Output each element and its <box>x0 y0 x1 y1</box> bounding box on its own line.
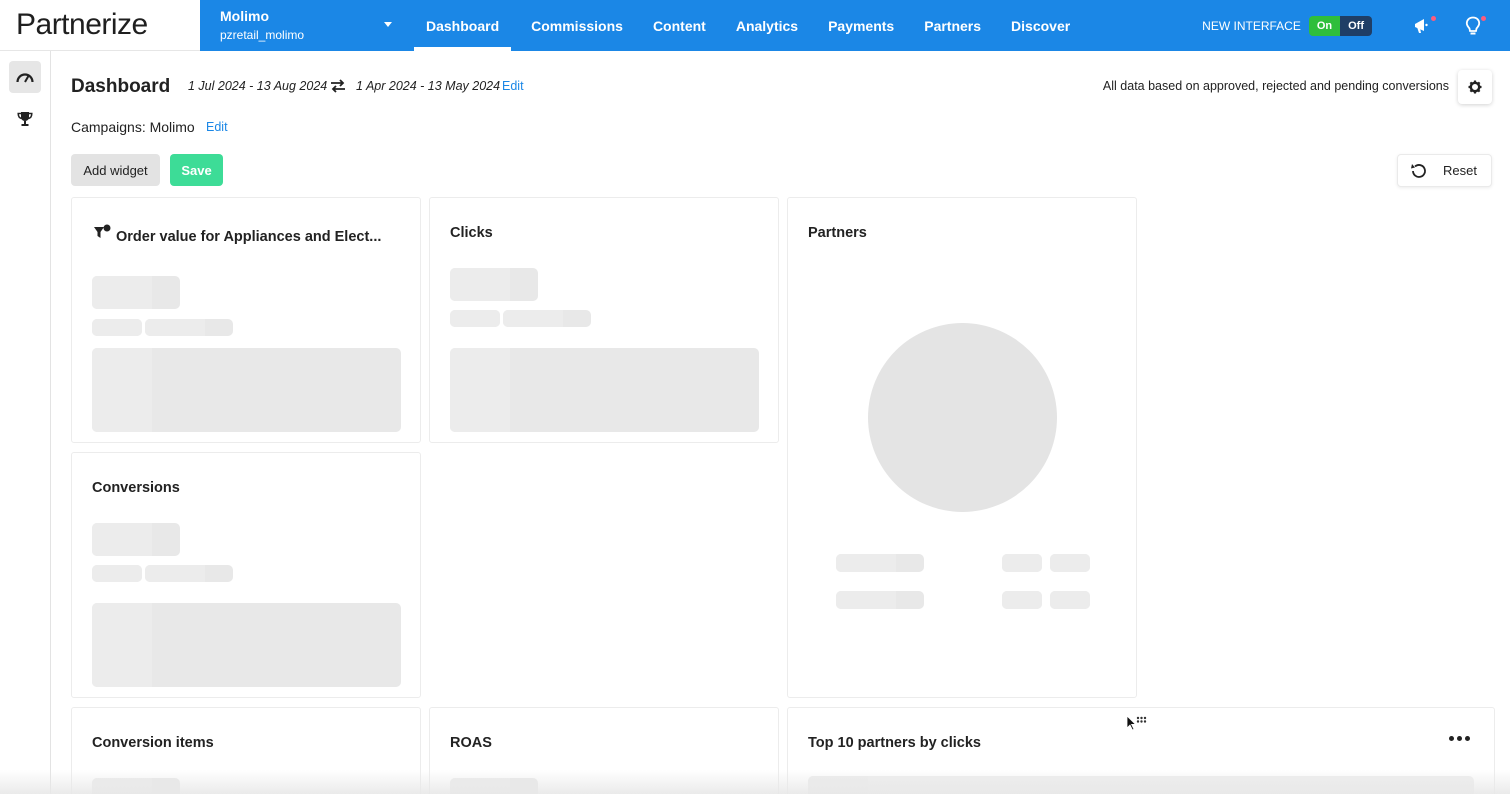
tab-dashboard[interactable]: Dashboard <box>414 0 512 51</box>
skeleton-label <box>145 319 233 336</box>
reset-button[interactable]: Reset <box>1397 154 1492 187</box>
campaigns-label: Campaigns: Molimo <box>71 119 195 135</box>
widget-clicks[interactable]: Clicks <box>429 197 779 443</box>
tab-discover[interactable]: Discover <box>1001 0 1080 51</box>
widget-title: Top 10 partners by clicks <box>808 735 981 751</box>
save-button[interactable]: Save <box>170 154 223 186</box>
skeleton-legend <box>1002 591 1042 609</box>
chevron-down-icon <box>384 22 392 27</box>
trophy-icon[interactable] <box>9 103 41 135</box>
tab-payments[interactable]: Payments <box>818 0 904 51</box>
skeleton-legend <box>1002 554 1042 572</box>
widget-order-value[interactable]: Order value for Appliances and Elect... <box>71 197 421 443</box>
logo-area: Partnerize <box>0 0 200 51</box>
campaigns-edit-link[interactable]: Edit <box>206 120 228 134</box>
settings-button[interactable] <box>1458 70 1492 104</box>
toggle-off[interactable]: Off <box>1340 15 1372 36</box>
new-interface-toggle[interactable]: On Off <box>1308 15 1372 36</box>
skeleton-label <box>503 310 591 327</box>
account-username: pzretail_molimo <box>220 28 305 42</box>
data-note: All data based on approved, rejected and… <box>1102 79 1449 93</box>
widget-title: Conversion items <box>92 735 214 751</box>
scroll-fade <box>0 770 1510 794</box>
widget-conversions[interactable]: Conversions <box>71 452 421 698</box>
notification-dot <box>1481 15 1486 21</box>
widget-title: Clicks <box>450 225 493 241</box>
filter-icon <box>94 224 111 238</box>
skeleton-value <box>450 268 538 301</box>
tab-commissions[interactable]: Commissions <box>521 0 633 51</box>
skeleton-label <box>450 310 500 327</box>
notification-dot <box>1431 15 1436 21</box>
skeleton-chart <box>92 603 401 687</box>
skeleton-value <box>92 523 180 556</box>
skeleton-chart <box>450 348 759 432</box>
account-switcher[interactable]: Molimo pzretail_molimo <box>200 0 406 51</box>
gear-icon <box>1468 80 1482 94</box>
lightbulb-icon[interactable] <box>1460 13 1486 39</box>
drag-icon[interactable] <box>1125 712 1149 735</box>
account-name: Molimo <box>220 8 269 24</box>
widget-title: Order value for Appliances and Elect... <box>116 229 382 245</box>
add-widget-button[interactable]: Add widget <box>71 154 160 186</box>
more-icon[interactable] <box>1449 736 1470 741</box>
swap-icon[interactable] <box>330 79 346 98</box>
widget-title: Partners <box>808 225 867 241</box>
skeleton-label <box>92 319 142 336</box>
widget-partners[interactable]: Partners <box>787 197 1137 698</box>
date-range: 1 Jul 2024 - 13 Aug 2024 <box>188 79 328 93</box>
tab-partners[interactable]: Partners <box>914 0 991 51</box>
new-interface-label: NEW INTERFACE <box>1202 18 1301 33</box>
tab-content[interactable]: Content <box>643 0 716 51</box>
widget-title: Conversions <box>92 480 180 496</box>
toggle-on[interactable]: On <box>1308 15 1341 36</box>
skeleton-value <box>92 276 180 309</box>
refresh-icon <box>1411 163 1426 178</box>
skeleton-legend <box>836 554 924 572</box>
megaphone-icon[interactable] <box>1410 13 1436 39</box>
skeleton-label <box>92 565 142 582</box>
skeleton-pie <box>868 323 1057 512</box>
compare-date-range: 1 Apr 2024 - 13 May 2024 <box>356 79 501 93</box>
speedometer-icon[interactable] <box>9 61 41 93</box>
page-title: Dashboard <box>71 76 171 97</box>
date-edit-link[interactable]: Edit <box>502 79 524 93</box>
tab-analytics[interactable]: Analytics <box>726 0 808 51</box>
skeleton-legend <box>836 591 924 609</box>
side-nav <box>0 51 51 794</box>
skeleton-legend <box>1050 554 1090 572</box>
skeleton-chart <box>92 348 401 432</box>
main-nav: Molimo pzretail_molimo Dashboard Commiss… <box>200 0 1510 51</box>
nav-right: NEW INTERFACE On Off <box>1202 0 1510 51</box>
top-bar: Partnerize Molimo pzretail_molimo Dashbo… <box>0 0 1510 51</box>
partnerize-logo[interactable]: Partnerize <box>16 8 148 42</box>
widget-title: ROAS <box>450 735 492 751</box>
skeleton-legend <box>1050 591 1090 609</box>
skeleton-label <box>145 565 233 582</box>
reset-label: Reset <box>1443 163 1477 178</box>
